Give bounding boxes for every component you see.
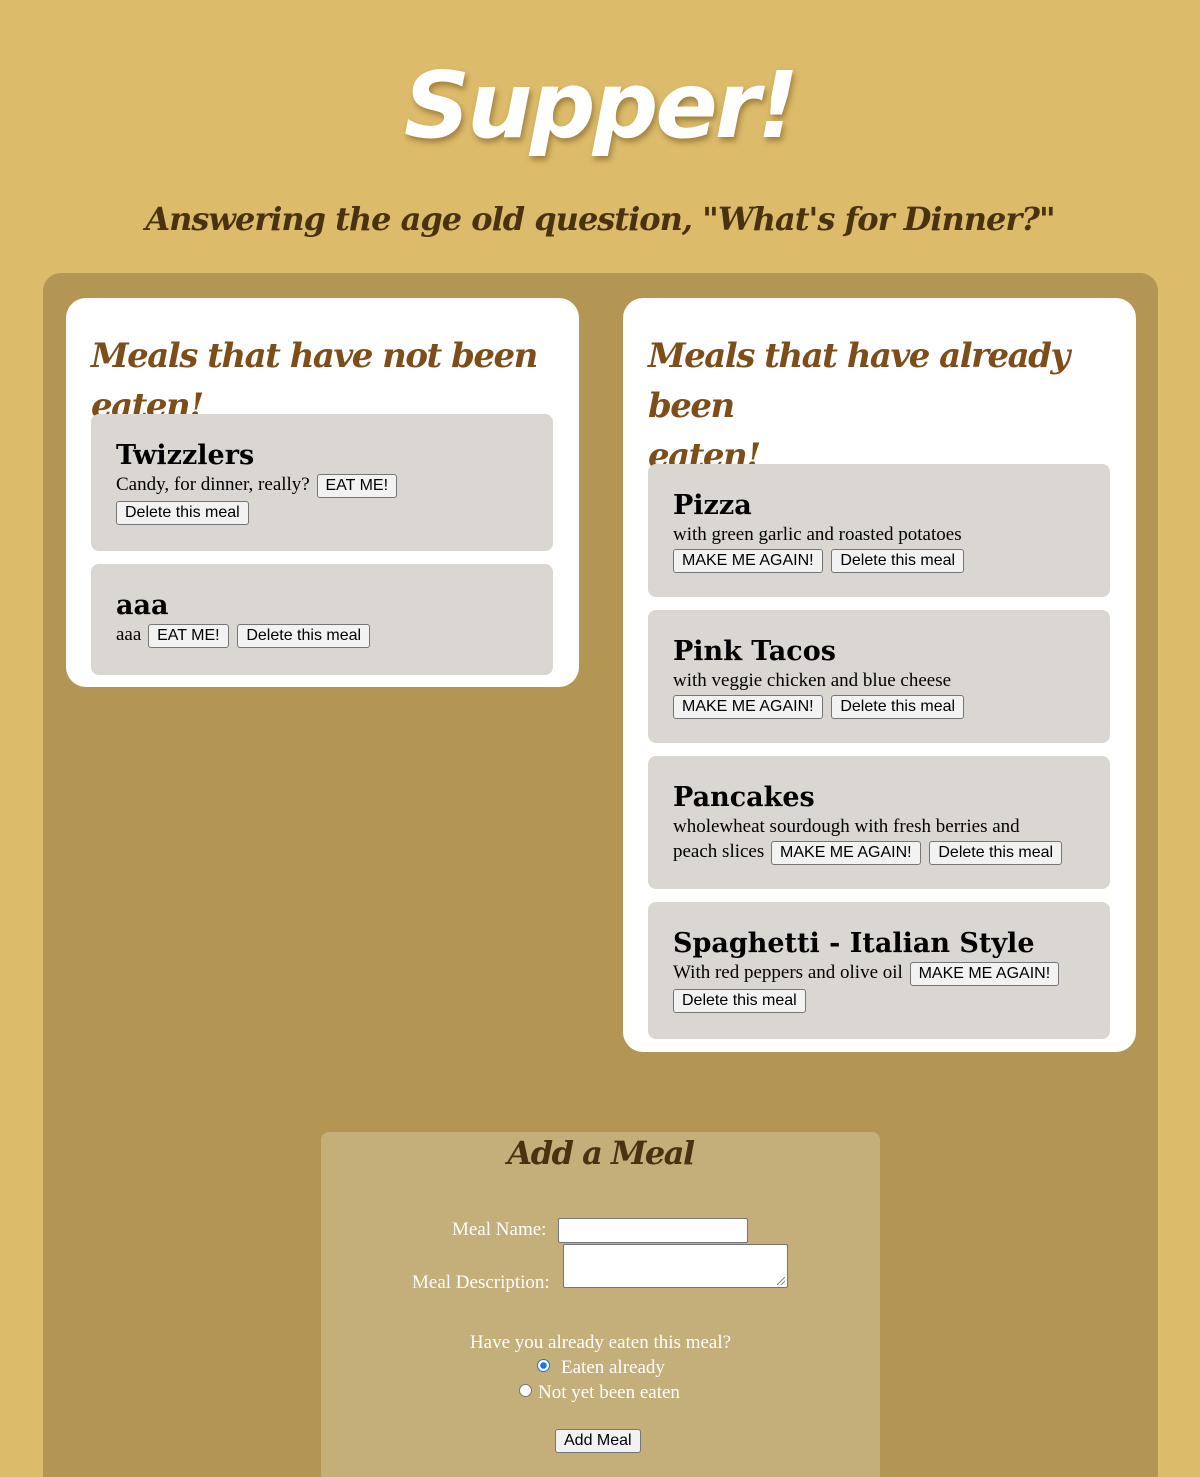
meal-description-row: aaa EAT ME! Delete this meal [116,622,528,648]
meal-description: aaa [116,624,142,645]
meal-card: Spaghetti - Italian Style With red peppe… [648,902,1110,1039]
radio-eaten-already-label: Eaten already [561,1357,665,1378]
meal-description-row: With red peppers and olive oil MAKE ME A… [673,960,1085,986]
meal-card: aaa aaa EAT ME! Delete this meal [91,564,553,675]
add-meal-form: Add a Meal Meal Name: Meal Description: … [321,1132,880,1477]
meal-name-input[interactable] [558,1218,748,1243]
meal-actions-row: Delete this meal [116,499,528,525]
eat-me-button[interactable]: EAT ME! [316,474,398,498]
meal-name: Pizza [673,490,752,521]
resize-grip-icon[interactable] [777,1277,785,1285]
meal-name: Twizzlers [116,440,255,471]
meal-actions-row: MAKE ME AGAIN! Delete this meal [673,693,1085,719]
meal-description: with veggie chicken and blue cheese [673,670,952,691]
radio-eaten-already[interactable] [537,1359,550,1372]
page: Supper! Answering the age old question, … [0,0,1200,1477]
meal-card: Twizzlers Candy, for dinner, really? EAT… [91,414,553,551]
meal-description-label: Meal Description: [412,1272,550,1293]
meal-name: aaa [116,590,169,621]
delete-meal-button[interactable]: Delete this meal [237,624,371,648]
meal-name: Pancakes [673,782,815,813]
site-tagline: Answering the age old question, "What's … [145,200,1055,238]
delete-meal-button[interactable]: Delete this meal [673,989,806,1013]
meal-name: Spaghetti - Italian Style [673,928,1035,959]
meal-actions-row: Delete this meal [673,987,1085,1013]
meal-card: Pizza with green garlic and roasted pota… [648,464,1110,597]
not-eaten-column: Meals that have not been eaten! Twizzler… [66,298,579,687]
delete-meal-button[interactable]: Delete this meal [831,695,965,719]
meal-name-label: Meal Name: [452,1219,547,1240]
meal-description: with green garlic and roasted potatoes [673,524,962,545]
eaten-heading: Meals that have already been eaten! [648,331,1118,481]
delete-meal-button[interactable]: Delete this meal [116,501,249,525]
meal-description: With red peppers and olive oil [673,962,903,983]
meal-description: wholewheat sourdough with fresh berries … [673,816,1020,837]
make-me-again-button[interactable]: MAKE ME AGAIN! [771,841,921,865]
meal-description: Candy, for dinner, really? [116,474,310,495]
meal-description-row: Candy, for dinner, really? EAT ME! [116,472,528,498]
meal-description: peach slices [673,841,765,862]
meal-actions-row: MAKE ME AGAIN! Delete this meal [673,547,1085,573]
radio-not-yet-eaten-label: Not yet been eaten [538,1382,680,1403]
meal-card: Pink Tacos with veggie chicken and blue … [648,610,1110,743]
eaten-column: Meals that have already been eaten! Pizz… [623,298,1136,1052]
delete-meal-button[interactable]: Delete this meal [929,841,1063,865]
eat-me-button[interactable]: EAT ME! [148,624,229,648]
add-meal-heading: Add a Meal [507,1134,695,1172]
make-me-again-button[interactable]: MAKE ME AGAIN! [909,962,1060,986]
meal-card: Pancakes wholewheat sourdough with fresh… [648,756,1110,889]
meal-name: Pink Tacos [673,636,836,667]
eaten-question: Have you already eaten this meal? [469,1332,732,1353]
delete-meal-button[interactable]: Delete this meal [831,549,965,573]
meal-description-textarea[interactable] [563,1244,788,1288]
main-panel: Meals that have not been eaten! Twizzler… [43,273,1158,1477]
add-meal-button[interactable]: Add Meal [555,1429,641,1453]
make-me-again-button[interactable]: MAKE ME AGAIN! [673,695,823,719]
make-me-again-button[interactable]: MAKE ME AGAIN! [673,549,823,573]
eaten-heading-line1: Meals that have already been [648,336,1070,426]
radio-not-yet-eaten[interactable] [519,1384,532,1397]
site-title: Supper! [403,52,799,159]
meal-description-row: peach slices MAKE ME AGAIN! Delete this … [673,839,1085,865]
